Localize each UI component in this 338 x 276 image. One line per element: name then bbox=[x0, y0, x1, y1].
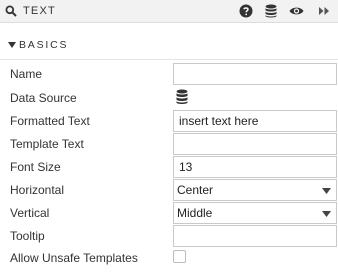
template-text-input[interactable] bbox=[173, 133, 337, 155]
search-icon bbox=[5, 5, 17, 17]
allow-unsafe-templates-checkbox[interactable] bbox=[173, 250, 186, 263]
section-basics[interactable]: BASICS bbox=[0, 23, 338, 60]
database-icon[interactable] bbox=[264, 4, 278, 18]
font-size-input[interactable]: 13 bbox=[173, 156, 337, 178]
row-template-text: Template Text bbox=[0, 133, 338, 156]
horizontal-label: Horizontal bbox=[10, 183, 65, 197]
row-allow-unsafe-templates: Allow Unsafe Templates bbox=[0, 249, 338, 272]
template-text-label: Template Text bbox=[10, 137, 84, 151]
row-font-size: Font Size 13 bbox=[0, 156, 338, 179]
row-vertical: Vertical Middle bbox=[0, 202, 338, 225]
fast-forward-icon[interactable] bbox=[318, 4, 330, 18]
vertical-label: Vertical bbox=[10, 206, 50, 220]
row-formatted-text: Formatted Text insert text here bbox=[0, 110, 338, 133]
database-icon[interactable] bbox=[175, 89, 189, 105]
vertical-select[interactable]: Middle bbox=[173, 202, 337, 224]
font-size-label: Font Size bbox=[10, 160, 61, 174]
name-input[interactable] bbox=[173, 63, 337, 85]
tooltip-label: Tooltip bbox=[10, 229, 45, 243]
section-label: BASICS bbox=[19, 39, 69, 51]
eye-icon[interactable] bbox=[289, 4, 304, 18]
formatted-text-label: Formatted Text bbox=[10, 114, 90, 128]
data-source-label: Data Source bbox=[10, 91, 77, 105]
row-horizontal: Horizontal Center bbox=[0, 179, 338, 202]
caret-down-icon[interactable] bbox=[8, 42, 16, 48]
name-label: Name bbox=[10, 67, 43, 81]
row-data-source: Data Source bbox=[0, 87, 338, 110]
horizontal-value: Center bbox=[177, 183, 214, 197]
panel-title: TEXT bbox=[23, 5, 56, 17]
help-icon[interactable] bbox=[239, 4, 253, 18]
vertical-value: Middle bbox=[177, 206, 213, 220]
chevron-down-icon bbox=[322, 211, 331, 217]
allow-unsafe-templates-label: Allow Unsafe Templates bbox=[10, 251, 138, 265]
panel-header: TEXT bbox=[0, 0, 338, 23]
chevron-down-icon bbox=[322, 188, 331, 194]
tooltip-input[interactable] bbox=[173, 225, 337, 247]
horizontal-select[interactable]: Center bbox=[173, 179, 337, 201]
formatted-text-input[interactable]: insert text here bbox=[173, 110, 337, 132]
row-tooltip: Tooltip bbox=[0, 225, 338, 248]
row-name: Name bbox=[0, 63, 338, 86]
